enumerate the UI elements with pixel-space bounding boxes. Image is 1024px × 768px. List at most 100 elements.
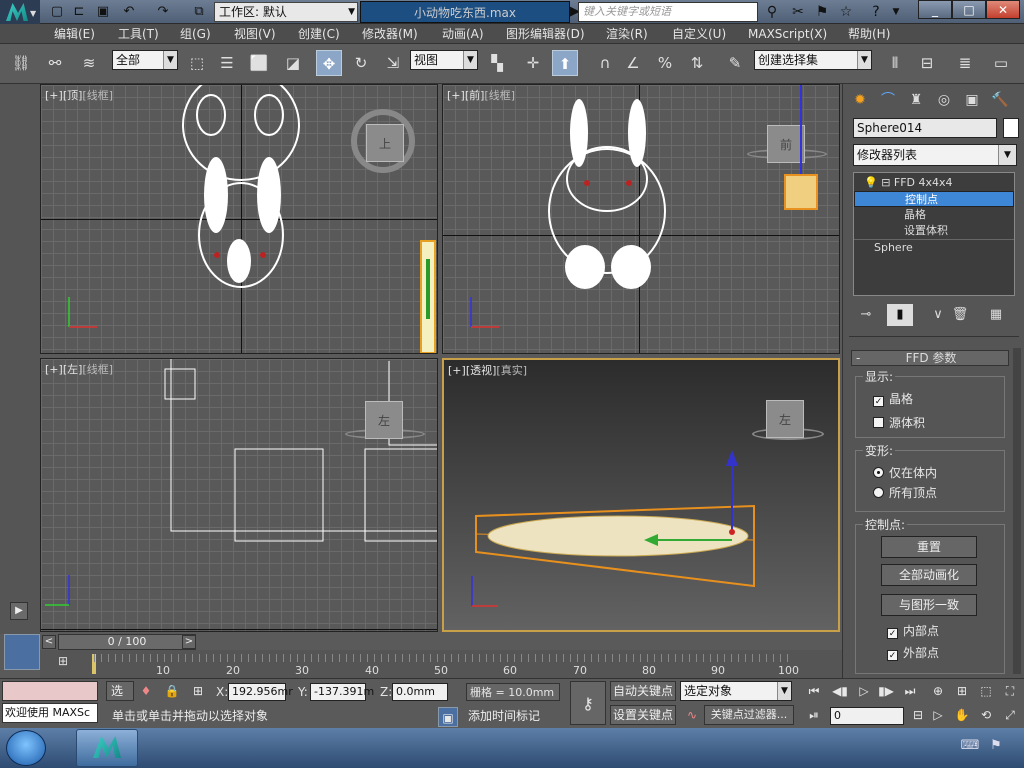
zoom-extents-all-icon[interactable]: ⛶ (1000, 681, 1020, 701)
go-to-end-icon[interactable]: ⏭ (900, 681, 920, 701)
maximize-button[interactable]: □ (952, 0, 986, 19)
previous-key-icon[interactable]: ◀▮ (830, 681, 850, 701)
animate-all-button[interactable]: 全部动画化 (881, 564, 977, 586)
reset-button[interactable]: 重置 (881, 536, 977, 558)
y-coordinate-field[interactable]: -137.391m (310, 683, 374, 701)
graphite-tools-icon[interactable]: ▭ (988, 50, 1014, 76)
viewport-left[interactable]: [+][左][线框] 左 (40, 358, 438, 632)
maxscript-listener-top[interactable] (2, 681, 98, 701)
viewport-layout-icon[interactable] (4, 634, 40, 670)
snaps-toggle-icon[interactable]: ∩ (592, 50, 618, 76)
x-coordinate-field[interactable]: 192.956mr (228, 683, 293, 701)
new-file-icon[interactable]: ▢ (48, 3, 66, 21)
cameras-wireframe-left[interactable] (161, 359, 438, 559)
unlink-icon[interactable]: ⚯ (42, 50, 68, 76)
viewport-front[interactable]: [+][前][线框] 前 (442, 84, 840, 354)
viewcube[interactable]: 上 (366, 124, 404, 162)
viewport-top[interactable]: [+][顶][线框] 上 (40, 84, 438, 354)
keyboard-shortcut-override-icon[interactable]: ⬆ (552, 50, 578, 76)
carrot-wireframe-side[interactable] (417, 239, 438, 354)
carrot-gizmo-front[interactable] (783, 85, 833, 211)
key-mode-select[interactable]: 选定对象 ▼ (680, 681, 792, 701)
zoom-all-icon[interactable]: ⊞ (952, 681, 972, 701)
viewport-label[interactable]: [+][左][线框] (45, 361, 113, 377)
remove-modifier-icon[interactable]: 🗑 (947, 304, 973, 326)
time-tag-icon[interactable]: ▣ (438, 707, 458, 727)
key-icon[interactable]: ⚷ (570, 681, 606, 725)
stack-item-set-volume[interactable]: 设置体积 (854, 223, 1014, 239)
menu-graph-editors[interactable]: 图形编辑器(D) (506, 24, 585, 44)
field-of-view-icon[interactable]: ▷ (928, 705, 948, 725)
select-and-move-icon[interactable]: ✥ (316, 50, 342, 76)
utilities-tab-icon[interactable]: 🔨 (987, 88, 1013, 112)
select-object-icon[interactable]: ⬚ (184, 50, 210, 76)
selection-lock-icon[interactable]: 🔒 (162, 681, 182, 701)
modifier-list-select[interactable]: 修改器列表 ▼ (853, 144, 1017, 166)
window-crossing-icon[interactable]: ◪ (280, 50, 306, 76)
select-manipulate-icon[interactable]: ✛ (520, 50, 546, 76)
windows-start-icon[interactable] (6, 730, 46, 766)
select-by-name-icon[interactable]: ☰ (214, 50, 240, 76)
bind-spacewarp-icon[interactable]: ≋ (76, 50, 102, 76)
display-tab-icon[interactable]: ▣ (959, 88, 985, 112)
align-icon[interactable]: ⊟ (914, 50, 940, 76)
rollout-header[interactable]: - FFD 参数 (851, 350, 1009, 366)
viewport-label[interactable]: [+][顶][线框] (45, 87, 113, 103)
tools-icon[interactable]: ✂ (788, 3, 808, 21)
menu-edit[interactable]: 编辑(E) (54, 24, 95, 44)
panel-scrollbar[interactable] (1013, 348, 1021, 674)
object-color-swatch[interactable] (1003, 118, 1019, 138)
auto-key-button[interactable]: 自动关键点 (610, 681, 676, 701)
time-configuration-icon[interactable]: ⊟ (908, 705, 928, 725)
menu-animation[interactable]: 动画(A) (442, 24, 484, 44)
viewport-label[interactable]: [+][透视][真实] (448, 362, 527, 378)
previous-frame-icon[interactable]: < (42, 635, 56, 649)
maxscript-listener[interactable]: 欢迎使用 MAXSc (2, 703, 98, 723)
stack-item-control-points[interactable]: 控制点 (854, 191, 1014, 207)
keyboard-icon[interactable]: ⌨ (960, 738, 980, 758)
menu-rendering[interactable]: 渲染(R) (606, 24, 648, 44)
go-to-start-icon[interactable]: ⏮ (804, 681, 824, 701)
expand-arrow-icon[interactable]: ▶ (10, 602, 28, 620)
select-and-scale-icon[interactable]: ⇲ (380, 50, 406, 76)
carrot-ffd-lattice[interactable] (468, 440, 768, 600)
percent-snap-icon[interactable]: % (652, 50, 678, 76)
motion-tab-icon[interactable]: ◎ (931, 88, 957, 112)
time-slider[interactable]: < 0 / 100 > (40, 634, 842, 650)
only-in-volume-radio[interactable]: 仅在体内 (873, 464, 937, 481)
pin-stack-icon[interactable]: ⊸ (853, 304, 879, 326)
rabbit-wireframe-front[interactable] (543, 99, 683, 299)
undo-icon[interactable]: ↶ (120, 3, 138, 21)
menu-customize[interactable]: 自定义(U) (672, 24, 726, 44)
reference-coordinate-select[interactable]: 视图 ▼ (410, 50, 478, 70)
maximize-viewport-icon[interactable]: ⤢ (1000, 705, 1020, 725)
pivot-center-icon[interactable]: ▚ (484, 50, 510, 76)
pan-icon[interactable]: ✋ (952, 705, 972, 725)
configure-modifier-sets-icon[interactable]: ▦ (983, 304, 1009, 326)
communication-icon[interactable]: ⚑ (812, 3, 832, 21)
help-icon[interactable]: ? (866, 3, 886, 21)
spinner-snap-icon[interactable]: ⇅ (684, 50, 710, 76)
object-name-field[interactable]: Sphere014 (853, 118, 997, 138)
menu-help[interactable]: 帮助(H) (848, 24, 890, 44)
open-file-icon[interactable]: ⊏ (70, 3, 88, 21)
current-frame-field[interactable]: 0 (830, 707, 904, 725)
edit-named-selection-icon[interactable]: ✎ (722, 50, 748, 76)
absolute-mode-icon[interactable]: ⊞ (188, 681, 208, 701)
mini-curve-editor-icon[interactable]: ⊞ (52, 654, 74, 674)
isolate-selection-icon[interactable]: ♦ (136, 681, 156, 701)
set-key-button[interactable]: 设置关键点 (610, 705, 676, 725)
orbit-icon[interactable]: ⟲ (976, 705, 996, 725)
close-button[interactable]: ✕ (986, 0, 1020, 19)
viewport-perspective[interactable]: [+][透视][真实] 左 (442, 358, 840, 632)
star-icon[interactable]: ☆ (836, 3, 856, 21)
select-and-rotate-icon[interactable]: ↻ (348, 50, 374, 76)
all-vertices-radio[interactable]: 所有顶点 (873, 484, 937, 501)
zoom-icon[interactable]: ⊕ (928, 681, 948, 701)
rectangular-selection-icon[interactable]: ⬜ (246, 50, 272, 76)
frame-readout[interactable]: 0 / 100 (58, 634, 196, 650)
hierarchy-tab-icon[interactable]: ♜ (903, 88, 929, 112)
menu-tools[interactable]: 工具(T) (118, 24, 159, 44)
menu-maxscript[interactable]: MAXScript(X) (748, 24, 827, 44)
stack-item-lattice[interactable]: 晶格 (854, 207, 1014, 223)
